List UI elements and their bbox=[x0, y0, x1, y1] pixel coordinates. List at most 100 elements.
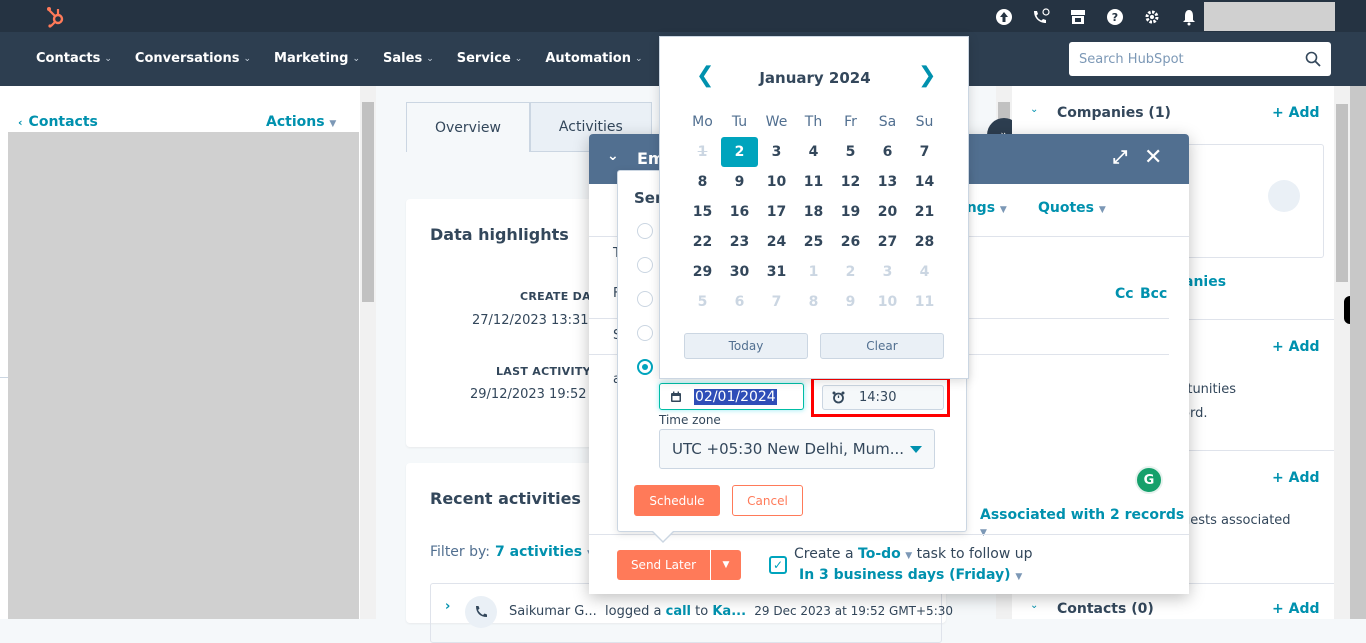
calendar-day[interactable]: 14 bbox=[906, 167, 943, 197]
notifications-icon[interactable] bbox=[1179, 7, 1199, 27]
nav-marketing[interactable]: Marketing ⌄ bbox=[274, 51, 360, 66]
search-input[interactable]: Search HubSpot bbox=[1069, 42, 1331, 76]
task-type-dropdown[interactable]: To-do bbox=[858, 546, 901, 562]
calendar-day[interactable]: 21 bbox=[906, 197, 943, 227]
calling-icon[interactable] bbox=[1031, 7, 1051, 27]
cc-button[interactable]: Cc bbox=[1115, 286, 1134, 302]
minimize-icon[interactable]: ⌄ bbox=[607, 148, 619, 164]
account-menu[interactable] bbox=[1204, 2, 1335, 31]
schedule-button[interactable]: Schedule bbox=[634, 485, 720, 516]
calendar-day[interactable]: 8 bbox=[684, 167, 721, 197]
calendar-day[interactable]: 12 bbox=[832, 167, 869, 197]
add-deal-button[interactable]: + Add bbox=[1272, 339, 1319, 355]
schedule-option-radio[interactable] bbox=[637, 223, 653, 239]
nav-label: Marketing bbox=[274, 51, 349, 66]
company-card[interactable] bbox=[1172, 144, 1324, 258]
expand-icon[interactable]: ⤢ bbox=[1113, 147, 1127, 168]
scrollbar-thumb[interactable] bbox=[362, 102, 374, 302]
schedule-option-radio[interactable] bbox=[637, 325, 653, 341]
expand-icon[interactable]: › bbox=[445, 599, 450, 614]
nav-service[interactable]: Service ⌄ bbox=[457, 51, 523, 66]
settings-icon[interactable] bbox=[1142, 7, 1162, 27]
help-icon[interactable]: ? bbox=[1105, 7, 1125, 27]
bcc-button[interactable]: Bcc bbox=[1140, 286, 1167, 302]
upgrade-icon[interactable] bbox=[994, 7, 1014, 27]
schedule-option-radio[interactable] bbox=[637, 257, 653, 273]
calendar-day[interactable]: 18 bbox=[795, 197, 832, 227]
search-icon[interactable] bbox=[1305, 51, 1321, 67]
send-later-button[interactable]: Send Later bbox=[617, 550, 711, 580]
last-activity-value: 29/12/2023 19:52 ( bbox=[470, 387, 596, 402]
calendar-day[interactable]: 5 bbox=[832, 137, 869, 167]
task-due-label: In 3 business days (Friday) bbox=[799, 567, 1011, 583]
add-contact-button[interactable]: + Add bbox=[1272, 601, 1319, 617]
highlight-annotation bbox=[811, 377, 950, 417]
today-button[interactable]: Today bbox=[684, 333, 808, 359]
calendar-day[interactable]: 3 bbox=[758, 137, 795, 167]
back-to-contacts-link[interactable]: ‹ Contacts bbox=[18, 114, 98, 130]
close-icon[interactable]: ✕ bbox=[1144, 145, 1162, 170]
hubspot-logo-icon[interactable] bbox=[44, 4, 68, 28]
calendar-day[interactable]: 4 bbox=[795, 137, 832, 167]
nav-sales[interactable]: Sales ⌄ bbox=[383, 51, 434, 66]
grammarly-icon[interactable]: G bbox=[1135, 466, 1163, 494]
activity-type-link[interactable]: call bbox=[666, 604, 691, 619]
target-link[interactable]: Ka... bbox=[712, 604, 746, 619]
clear-button[interactable]: Clear bbox=[820, 333, 944, 359]
calendar-day[interactable]: 28 bbox=[906, 227, 943, 257]
actions-dropdown[interactable]: Actions ▼ bbox=[266, 114, 336, 130]
chevron-down-icon[interactable]: ⌄ bbox=[1030, 600, 1038, 611]
marketplace-icon[interactable] bbox=[1068, 7, 1088, 27]
timezone-select[interactable]: UTC +05:30 New Delhi, Mum... bbox=[659, 429, 935, 469]
task-due-dropdown[interactable]: In 3 business days (Friday) ▼ bbox=[799, 567, 1022, 583]
calendar-day[interactable]: 24 bbox=[758, 227, 795, 257]
search-placeholder: Search HubSpot bbox=[1079, 51, 1184, 67]
date-input[interactable]: 02/01/2024 bbox=[659, 383, 804, 410]
chevron-down-icon[interactable]: ⌄ bbox=[1030, 104, 1038, 115]
calendar-day-other-month: 10 bbox=[877, 294, 898, 310]
nav-automation[interactable]: Automation ⌄ bbox=[545, 51, 642, 66]
calendar-day[interactable]: 29 bbox=[684, 257, 721, 287]
cancel-button[interactable]: Cancel bbox=[732, 485, 803, 516]
calendar-day[interactable]: 17 bbox=[758, 197, 795, 227]
nav-contacts[interactable]: Contacts ⌄ bbox=[36, 51, 112, 66]
contacts-title: Contacts (0) bbox=[1057, 601, 1154, 617]
quotes-dropdown[interactable]: Quotes ▼ bbox=[1038, 200, 1106, 216]
nav-conversations[interactable]: Conversations ⌄ bbox=[135, 51, 251, 66]
calendar-day[interactable]: 11 bbox=[795, 167, 832, 197]
add-ticket-button[interactable]: + Add bbox=[1272, 470, 1319, 486]
calendar-day[interactable]: 16 bbox=[721, 197, 758, 227]
calendar-day-selected[interactable]: 2 bbox=[721, 137, 758, 167]
add-company-button[interactable]: + Add bbox=[1272, 105, 1319, 121]
left-scrollbar[interactable] bbox=[360, 86, 376, 619]
filter-activities-dropdown[interactable]: 7 activities ▼ bbox=[495, 544, 594, 560]
calendar-day[interactable]: 23 bbox=[721, 227, 758, 257]
calendar-day[interactable]: 6 bbox=[869, 137, 906, 167]
calendar-day[interactable]: 10 bbox=[758, 167, 795, 197]
tab-overview[interactable]: Overview bbox=[406, 102, 530, 152]
view-companies-link[interactable]: anies bbox=[1184, 274, 1226, 290]
create-task-checkbox[interactable]: ✓ bbox=[769, 556, 787, 574]
calendar-day[interactable]: 9 bbox=[721, 167, 758, 197]
calendar-day[interactable]: 20 bbox=[869, 197, 906, 227]
companies-title: Companies (1) bbox=[1057, 105, 1171, 121]
calendar-day[interactable]: 22 bbox=[684, 227, 721, 257]
calendar-day[interactable]: 27 bbox=[869, 227, 906, 257]
calendar-day[interactable]: 15 bbox=[684, 197, 721, 227]
next-month-button[interactable]: ❯ bbox=[918, 65, 936, 87]
right-scrollbar[interactable] bbox=[1334, 86, 1350, 619]
calendar-day[interactable]: 25 bbox=[795, 227, 832, 257]
nav-label: Sales bbox=[383, 51, 423, 66]
calendar-day[interactable]: 19 bbox=[832, 197, 869, 227]
calendar-day[interactable]: 30 bbox=[721, 257, 758, 287]
calendar-day[interactable]: 26 bbox=[832, 227, 869, 257]
custom-date-radio[interactable] bbox=[637, 359, 653, 375]
page-scrollbar[interactable] bbox=[1350, 86, 1366, 619]
calendar-day[interactable]: 7 bbox=[906, 137, 943, 167]
scrollbar-thumb[interactable] bbox=[1336, 104, 1348, 282]
calendar-day[interactable]: 13 bbox=[869, 167, 906, 197]
send-options-caret-icon[interactable]: ▼ bbox=[711, 550, 741, 580]
calendar-day[interactable]: 31 bbox=[758, 257, 795, 287]
caret-down-icon: ▼ bbox=[905, 551, 913, 561]
schedule-option-radio[interactable] bbox=[637, 291, 653, 307]
